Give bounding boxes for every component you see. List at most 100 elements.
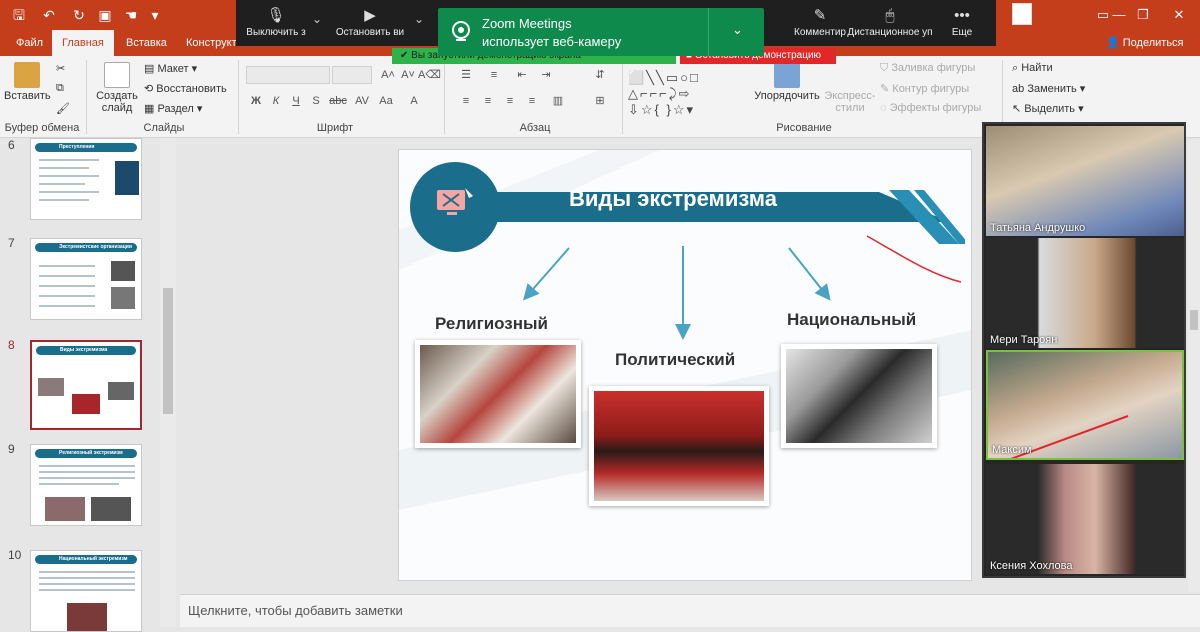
mouse-icon: 🖱: [885, 7, 895, 24]
participant-video[interactable]: Мери Тароян: [986, 238, 1184, 348]
underline-button[interactable]: Ч: [286, 92, 306, 110]
check-icon: ✔: [400, 50, 409, 61]
category-religious: Религиозный: [435, 314, 548, 333]
microphone-icon: 🎙: [266, 7, 286, 24]
reset-button[interactable]: ⟲ Восстановить: [144, 82, 227, 95]
close-icon[interactable]: ✕: [1156, 0, 1200, 30]
layout-button[interactable]: ▤ Макет ▾: [144, 62, 197, 75]
slide-thumbnail[interactable]: Религиозный экстремизм: [30, 444, 142, 526]
tab-insert[interactable]: Вставка: [116, 30, 177, 56]
slide-thumbnail[interactable]: Национальный экстремизм: [30, 550, 142, 632]
touch-mode-icon[interactable]: ☚: [122, 6, 140, 24]
shrink-font-icon[interactable]: A˅: [398, 66, 418, 84]
notes-placeholder: Щелкните, чтобы добавить заметки: [188, 603, 403, 618]
mute-button[interactable]: 🎙 Выключить з: [236, 0, 316, 46]
more-button[interactable]: ••• Еще: [932, 0, 992, 46]
shape-effects-button[interactable]: ◌ Эффекты фигуры: [880, 102, 981, 114]
shape-fill-button[interactable]: ⛉ Заливка фигуры: [880, 62, 975, 75]
zoom-participants-panel: Татьяна Андрушко Мери Тароян Максим Ксен…: [982, 122, 1186, 578]
shapes-gallery[interactable]: ⬜╲╲▭○□ △⌐⌐⌐⤸⇨ ⇩☆{ }☆▾: [628, 70, 748, 118]
participant-name: Ксения Хохлова: [990, 560, 1073, 572]
clear-format-icon[interactable]: A⌫: [418, 66, 441, 84]
tab-file[interactable]: Файл: [6, 30, 53, 56]
toast-title: Zoom Meetings: [482, 16, 572, 31]
participant-video[interactable]: Татьяна Андрушко: [986, 126, 1184, 236]
participant-video-active[interactable]: Максим: [986, 350, 1184, 460]
thumb-number: 8: [8, 338, 15, 352]
arrange-button[interactable]: Упорядочить: [752, 62, 822, 102]
font-name-select[interactable]: [246, 66, 330, 84]
section-icon: ▦: [144, 103, 155, 115]
bold-button[interactable]: Ж: [246, 92, 266, 110]
text-direction-icon[interactable]: ⇵: [590, 66, 610, 84]
clipboard-icon: [14, 62, 40, 88]
copy-icon[interactable]: ⧉: [56, 82, 64, 95]
share-button[interactable]: 👤 Поделиться: [1106, 30, 1184, 56]
participant-name: Максим: [992, 444, 1032, 456]
slide-thumbnail[interactable]: Преступления: [30, 138, 142, 220]
chevron-down-icon[interactable]: ⌄: [732, 22, 743, 38]
justify-icon[interactable]: ≡: [522, 92, 542, 110]
format-painter-icon[interactable]: 🖌: [56, 102, 70, 115]
slide-thumbnails-pane: 6 Преступления 7 Экстремистские организа…: [0, 138, 180, 632]
participant-video[interactable]: Ксения Хохлова: [986, 464, 1184, 574]
grow-font-icon[interactable]: A˄: [378, 66, 398, 84]
slide-thumbnail-selected[interactable]: Виды экстремизма: [30, 340, 142, 430]
bullets-icon[interactable]: ☰: [456, 66, 476, 84]
replace-button[interactable]: ab Заменить ▾: [1012, 82, 1085, 95]
numbering-icon[interactable]: ≡: [484, 66, 504, 84]
zoom-camera-notification[interactable]: Zoom Meetings использует веб-камеру ⌄: [438, 8, 764, 56]
slide-thumbnail[interactable]: Экстремистские организации: [30, 238, 142, 320]
select-button[interactable]: ↖ Выделить ▾: [1012, 102, 1084, 115]
replace-icon: ab: [1012, 83, 1025, 95]
notes-pane[interactable]: Щелкните, чтобы добавить заметки: [180, 594, 1200, 627]
slide-scrollbar[interactable]: [1188, 140, 1200, 592]
paste-button[interactable]: Вставить: [4, 62, 51, 102]
effects-icon: ◌: [880, 102, 887, 114]
webcam-icon: [452, 21, 470, 41]
cut-icon[interactable]: ✂: [56, 62, 65, 75]
photo-religious: [415, 340, 581, 448]
case-button[interactable]: Aa: [376, 92, 396, 110]
start-slideshow-icon[interactable]: ▣: [96, 6, 114, 24]
spacing-button[interactable]: AV: [352, 92, 372, 110]
redo-icon[interactable]: ↻: [70, 6, 88, 24]
align-left-icon[interactable]: ≡: [456, 92, 476, 110]
avatar[interactable]: [1012, 3, 1032, 25]
customize-icon[interactable]: ▾: [146, 6, 164, 24]
section-button[interactable]: ▦ Раздел ▾: [144, 102, 202, 115]
find-button[interactable]: ⌕ Найти: [1012, 62, 1053, 75]
participant-name: Мери Тароян: [990, 334, 1058, 346]
indent-icon[interactable]: ⇤: [512, 66, 532, 84]
pencil-icon: ✎: [880, 83, 890, 95]
align-center-icon[interactable]: ≡: [478, 92, 498, 110]
thumbnails-scrollbar[interactable]: [160, 138, 176, 627]
shape-outline-button[interactable]: ✎ Контур фигуры: [880, 82, 969, 95]
drawing-group-label: Рисование: [776, 122, 832, 134]
search-icon: ⌕: [1012, 62, 1019, 74]
chevron-down-icon[interactable]: ⌄: [312, 12, 322, 26]
tab-home[interactable]: Главная: [52, 30, 114, 56]
remote-control-button[interactable]: 🖱 Дистанционное уп: [840, 0, 940, 46]
undo-icon[interactable]: ↶: [40, 6, 58, 24]
stop-video-button[interactable]: ▶ Остановить ви: [328, 0, 412, 46]
video-camera-icon: ▶: [364, 7, 376, 24]
quick-styles-button[interactable]: Экспресс-стили: [820, 90, 880, 114]
strike-button[interactable]: abc: [328, 92, 348, 110]
slides-group-label: Слайды: [143, 122, 185, 134]
cursor-icon: ↖: [1012, 103, 1022, 115]
outdent-icon[interactable]: ⇥: [536, 66, 556, 84]
save-icon[interactable]: 🖫: [10, 6, 28, 24]
person-icon: 👤: [1106, 37, 1120, 49]
font-color-icon[interactable]: A: [404, 92, 424, 110]
font-size-select[interactable]: [332, 66, 372, 84]
new-slide-button[interactable]: Создать слайд: [94, 62, 140, 114]
chevron-down-icon[interactable]: ⌄: [414, 12, 424, 26]
italic-button[interactable]: К: [266, 92, 286, 110]
align-right-icon[interactable]: ≡: [500, 92, 520, 110]
slide-canvas[interactable]: Виды экстремизма Религиозный Политически…: [398, 149, 972, 581]
smartart-icon[interactable]: ⊞: [590, 92, 610, 110]
columns-icon[interactable]: ▥: [548, 92, 568, 110]
shadow-button[interactable]: S: [306, 92, 326, 110]
font-group-label: Шрифт: [316, 122, 354, 134]
